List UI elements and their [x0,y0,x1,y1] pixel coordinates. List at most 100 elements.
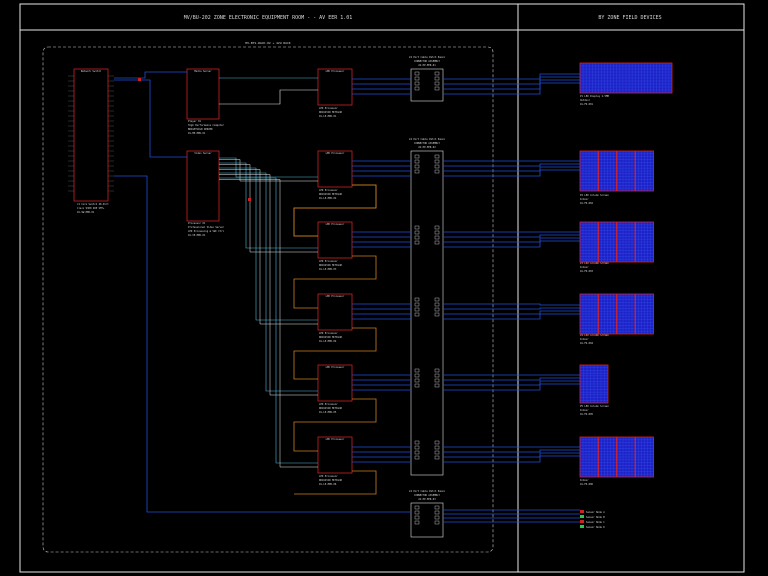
led-processor-1[interactable]: LED Processor LED Processor NOVASTAR MCT… [317,150,353,200]
schematic-canvas: MV/BU-202 ZONE ELECTRONIC EQUIPMENT ROOM… [19,3,745,573]
patch-connector [434,505,440,510]
led-processor-top-title: LED Processor [326,70,345,73]
cable-video-proc [219,157,318,178]
led-processor-2-title: LED Processor [326,223,345,226]
patch-connector [434,307,440,312]
switch-caption-3: AV-SW-EER-01 [77,211,95,214]
sensor-label-1: Sensor Node A [586,511,605,514]
patch-connector [414,450,420,455]
patch-connector [414,520,420,525]
sensor-label-3: Sensor Node C [586,521,605,524]
field-device-5-caption-2: Indoor [580,409,589,412]
led-processor-3-title: LED Processor [326,295,345,298]
led-processor-1-title: LED Processor [326,152,345,155]
field-device-3-caption-1: P3 LED Column Screen [580,262,609,265]
media-server-caption-3: BRIGHTSIGN SERVER [188,128,213,131]
led-processor-top-caption-1: LED Processor [319,107,338,110]
cable-video-proc-ctrl [219,174,318,396]
cable-media-proc-ctrl [219,89,318,105]
cable-patch-field [443,313,580,320]
led-processor-1-caption-3: AV-LP-EER-02 [319,197,337,200]
cable-switch-media [114,71,187,79]
video-server-caption-2: Professional Video Server [188,226,225,229]
patch-connector [414,312,420,317]
patch-connector [414,154,420,159]
patch-connector [414,510,420,515]
switch-caption-2: Cisco 9300 48P SFP+ [77,207,105,210]
patch-connector [434,510,440,515]
led-processor-2-caption-3: AV-LP-EER-03 [319,268,337,271]
led-processor-4-caption-3: AV-LP-EER-05 [319,411,337,414]
status-indicator [248,198,251,201]
cable-patch-field [443,310,580,315]
led-processor-4-title: LED Processor [326,366,345,369]
field-device-2-caption-3: AV-FD-002 [580,202,594,205]
led-processor-top-caption-3: AV-LP-EER-01 [319,115,337,118]
switch-title: Network Switch [81,70,102,73]
cable-patch-field [443,307,580,310]
led-processor-4[interactable]: LED Processor LED Processor NOVASTAR MCT… [317,364,353,414]
patch-connector [434,368,440,373]
cable-patch-field [443,377,580,381]
rack-label: MV-BTS-RACK-02 + 42U RACK [245,41,290,45]
patch-connector [414,378,420,383]
patch-panel-bottom-caption-1: 24 Port Cable Patch Panel [409,490,446,493]
field-device-1-caption-1: P1 LED Display 2.5MM [580,95,609,98]
patch-connector [414,445,420,450]
cable-video-proc [219,177,318,464]
patch-panel-mid[interactable]: 24 Port Cable Patch Panel CONNECTOR ASSE… [409,138,446,476]
patch-connector [434,383,440,388]
patch-connector [434,154,440,159]
media-server-caption-4: AV-MP-EER-01 [188,132,206,135]
field-device-6-caption-2: Indoor [580,479,589,482]
patch-connector [414,302,420,307]
patch-connector [434,378,440,383]
sensor-marker [580,520,584,523]
media-server-caption-1: Player 01 [188,120,202,123]
patch-panel-mid-caption-3: AV-PP-EER-02 [418,146,436,149]
network-switch[interactable]: Network Switch J1 Core Switch 48-Port Ci… [73,68,109,214]
patch-connector [434,302,440,307]
patch-panel-mid-caption-2: CONNECTOR ASSEMBLY [414,142,440,145]
patch-connector [414,164,420,169]
cable-patch-field [443,73,580,80]
led-processor-1-caption-2: NOVASTAR MCTRL4K [319,193,343,196]
field-device-1-caption-3: AV-FD-001 [580,103,594,106]
field-device-1-caption-2: Outdoor [580,99,591,102]
patch-connector [414,307,420,312]
led-processor-5-caption-2: NOVASTAR MCTRL4K [319,479,343,482]
patch-connector [434,71,440,76]
field-device-6-caption-3: AV-FD-006 [580,483,594,486]
cable-patch-field [443,163,580,167]
patch-connector [434,81,440,86]
cable-patch-field [443,303,580,306]
led-processor-5[interactable]: LED Processor LED Processor NOVASTAR MCT… [317,436,353,486]
patch-connector [434,440,440,445]
video-server[interactable]: Video Server Processor 01 Professional V… [186,150,225,237]
patch-panel-top[interactable]: 24 Port Cable Patch Panel CONNECTOR ASSE… [409,56,446,102]
video-server-title: Video Server [194,152,212,155]
left-header-title: MV/BU-202 ZONE ELECTRONIC EQUIPMENT ROOM… [184,15,353,21]
patch-connector [414,76,420,81]
led-processor-3[interactable]: LED Processor LED Processor NOVASTAR MCT… [317,293,353,343]
cable-patch-field [443,234,580,238]
led-screen-layer [579,62,673,528]
patch-connector [434,445,440,450]
media-server-caption-2: High Performance Computer [188,124,225,127]
sensor-marker [580,525,584,528]
patch-panel-bottom[interactable]: 24 Port Cable Patch Panel CONNECTOR ASSE… [409,490,446,538]
patch-connector [434,520,440,525]
patch-connector [434,450,440,455]
patch-connector [434,297,440,302]
patch-connector [414,159,420,164]
patch-connector [414,383,420,388]
field-device-2-caption-1: P2 LED Column Screen [580,194,609,197]
field-device-5-caption-1: P5 LED Column Screen [580,405,609,408]
patch-panel-top-caption-2: CONNECTOR ASSEMBLY [414,60,440,63]
patch-panel-bottom-caption-2: CONNECTOR ASSEMBLY [414,494,440,497]
sensor-label-4: Sensor Node D [586,526,605,529]
led-processor-top[interactable]: LED Processor LED Processor NOVASTAR MCT… [317,68,353,118]
media-server[interactable]: Media Server Player 01 High Performance … [186,68,225,135]
patch-connector [414,297,420,302]
led-processor-2[interactable]: LED Processor LED Processor NOVASTAR MCT… [317,221,353,271]
